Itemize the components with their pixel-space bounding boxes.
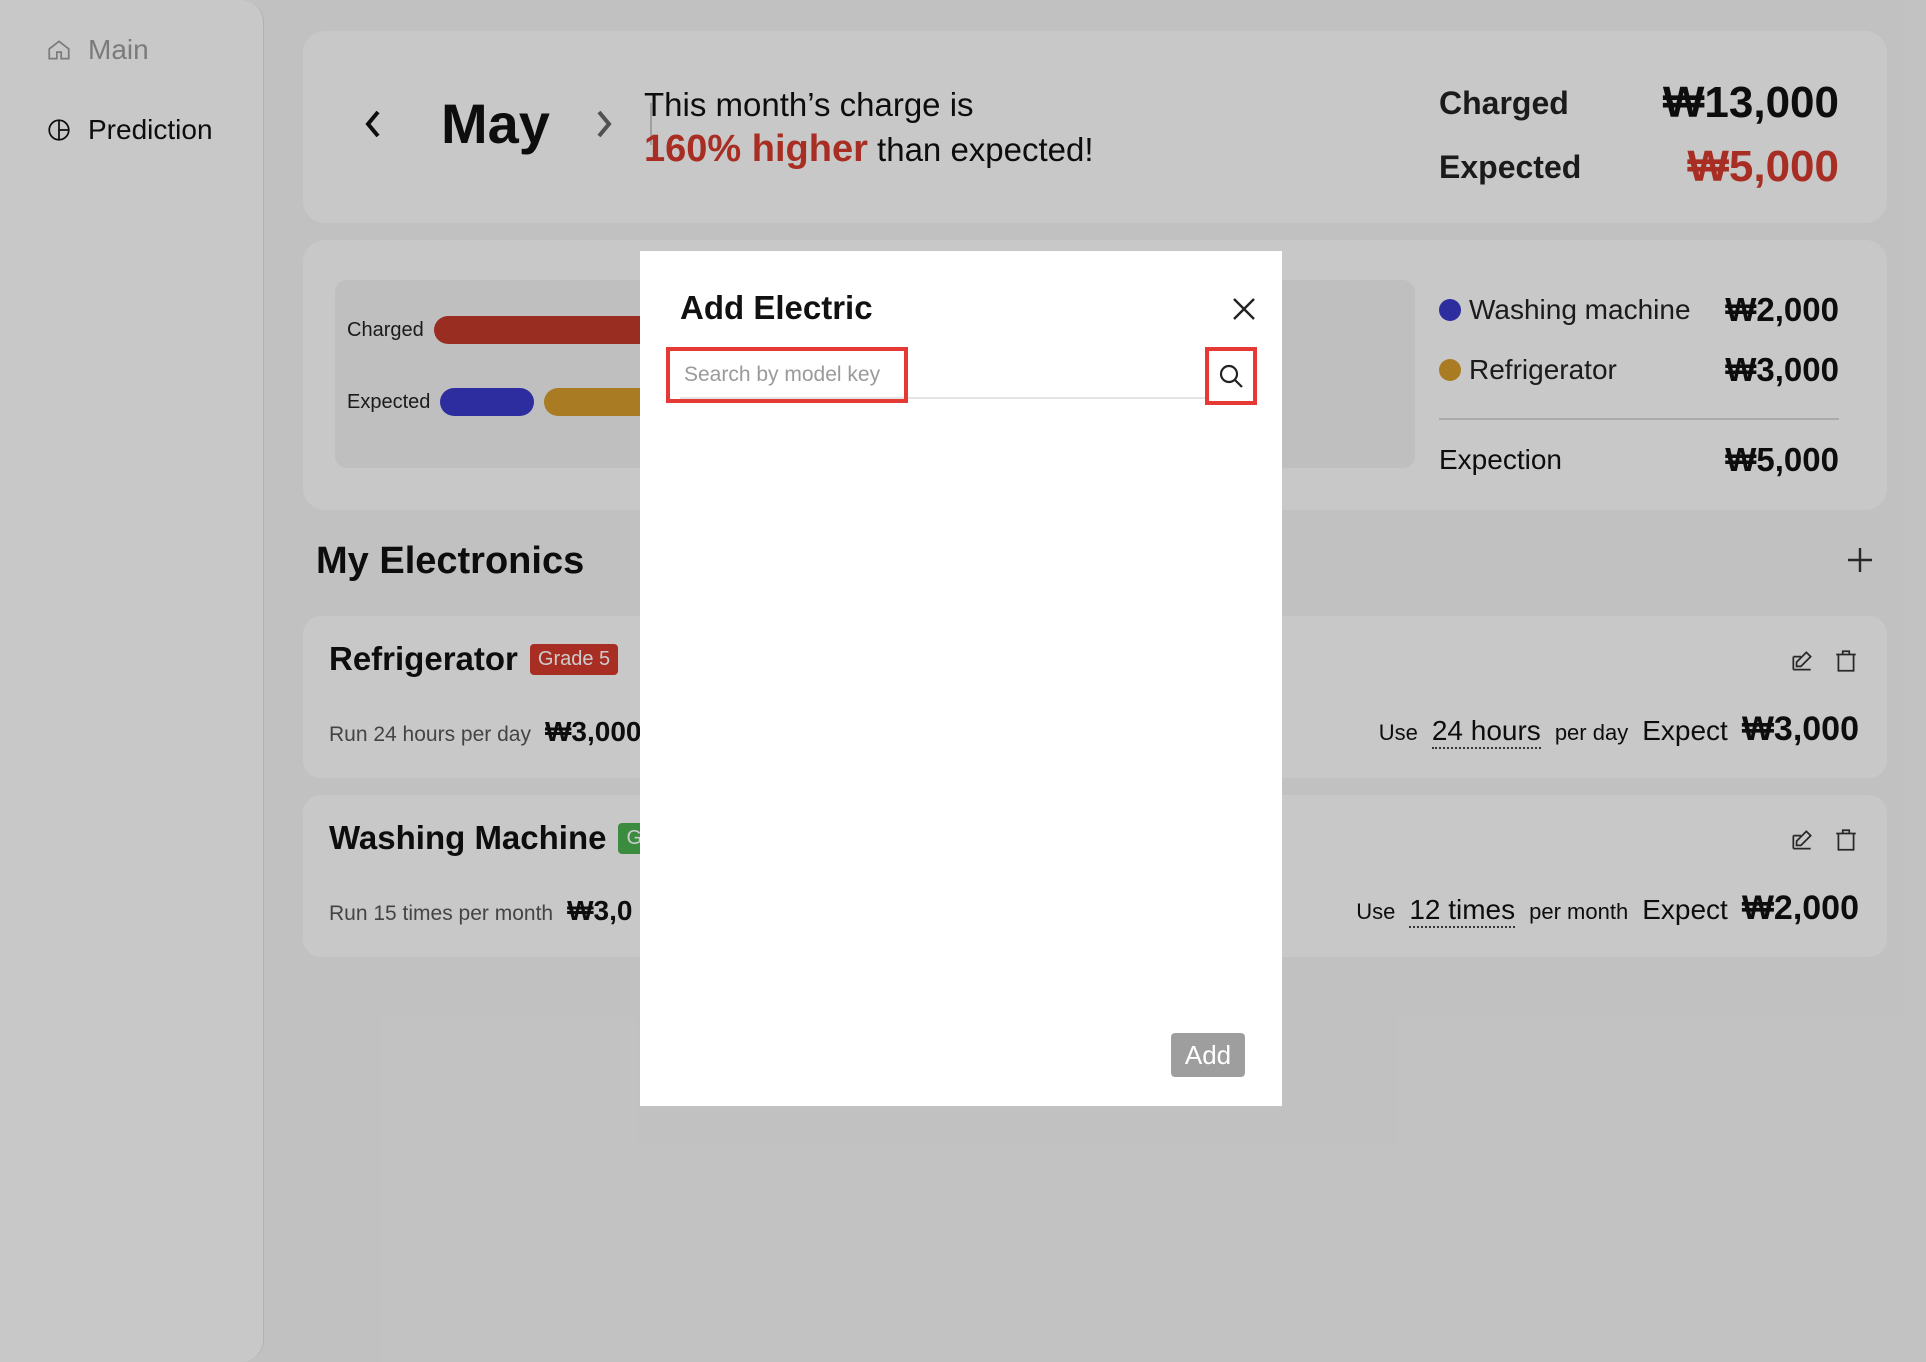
dialog-title: Add Electric [680, 289, 873, 326]
search-icon [1219, 364, 1243, 388]
add-button[interactable]: Add [1171, 1033, 1245, 1077]
search-button[interactable] [1205, 347, 1257, 405]
search-input[interactable] [666, 347, 908, 403]
close-button[interactable] [1228, 293, 1260, 325]
add-electric-dialog: Add Electric Add [640, 251, 1282, 1106]
close-icon [1233, 298, 1255, 320]
